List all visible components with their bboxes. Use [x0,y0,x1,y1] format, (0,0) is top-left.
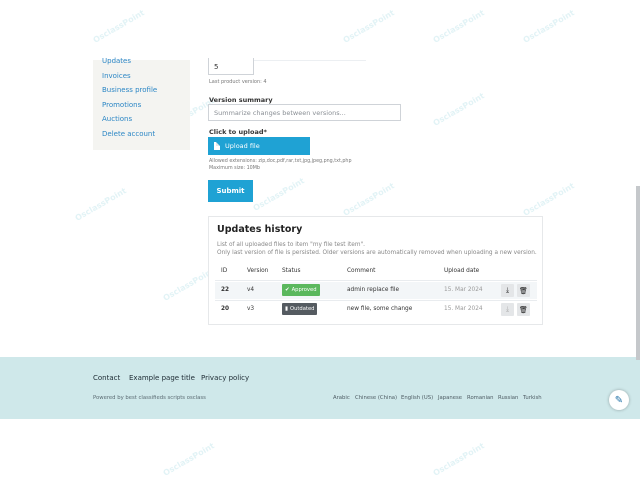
row-version: v3 [247,306,255,312]
download-icon: ⤓ [505,286,510,294]
scrollbar[interactable] [636,186,640,360]
updates-history-panel: Updates history List of all uploaded fil… [208,216,543,325]
trash-icon: 🗑 [519,305,528,314]
column-header-version: Version [247,268,269,274]
file-icon: ▮ [285,306,289,312]
history-description: List of all uploaded files to item "my f… [217,242,365,248]
divider [254,60,366,61]
row-upload-date: 15. Mar 2024 [444,287,483,293]
sidebar-item-auctions[interactable]: Auctions [102,112,190,127]
language-romanian[interactable]: Romanian [467,395,494,401]
language-chinese[interactable]: Chinese (China) [355,395,397,401]
sidebar-item-delete-account[interactable]: Delete account [102,127,190,142]
language-english[interactable]: English (US) [401,395,433,401]
status-badge-label: Approved [291,287,317,293]
download-button[interactable]: ⤓ [501,303,514,316]
watermark: OsclassPoint [161,441,216,478]
watermark: OsclassPoint [341,181,396,218]
sidebar-item-business-profile[interactable]: Business profile [102,83,190,98]
download-icon: ⤓ [505,305,510,313]
page: OsclassPoint OsclassPoint OsclassPoint O… [0,0,640,480]
watermark: OsclassPoint [431,8,486,45]
language-japanese[interactable]: Japanese [438,395,462,401]
version-field[interactable]: 5 [208,58,254,75]
status-badge: ▮ Outdated [282,303,318,315]
footer: Contact Example page title Privacy polic… [0,357,640,419]
trash-icon: 🗑 [519,286,528,295]
watermark: OsclassPoint [431,441,486,478]
sidebar-item-promotions[interactable]: Promotions [102,98,190,113]
watermark: OsclassPoint [73,186,128,223]
language-arabic[interactable]: Arabic [333,395,350,401]
powered-by-text: Powered by best classifieds scripts oscl… [93,395,206,401]
status-badge: ✔ Approved [282,284,320,296]
watermark: OsclassPoint [341,8,396,45]
delete-button[interactable]: 🗑 [517,284,530,297]
footer-link-example-page[interactable]: Example page title [129,374,195,382]
footer-link-contact[interactable]: Contact [93,374,120,382]
watermark: OsclassPoint [431,91,486,128]
row-upload-date: 15. Mar 2024 [444,306,483,312]
row-comment: admin replace file [347,287,400,293]
language-russian[interactable]: Russian [498,395,518,401]
row-version: v4 [247,287,255,293]
watermark: OsclassPoint [91,8,146,45]
table-row: 20 v3 ▮ Outdated new file, some change 1… [215,301,537,318]
sidebar-item-updates[interactable]: Updates [102,54,190,69]
upload-label: Click to upload* [209,128,267,136]
updates-history-title: Updates history [217,224,303,235]
column-header-id: ID [221,268,228,274]
column-header-comment: Comment [347,268,376,274]
status-badge-label: Outdated [290,306,315,312]
row-comment: new file, some change [347,306,413,312]
watermark: OsclassPoint [521,181,576,218]
max-size-hint: Maximum size: 10Mb [209,166,260,171]
check-icon: ✔ [285,287,290,293]
row-id: 20 [221,306,230,312]
download-button[interactable]: ⤓ [501,284,514,297]
row-id: 22 [221,287,230,293]
table-row: 22 v4 ✔ Approved admin replace file 15. … [215,282,537,299]
history-description-note: Only last version of file is persisted. … [217,250,537,256]
account-sidebar: Updates Invoices Business profile Promot… [93,57,190,150]
allowed-extensions-hint: Allowed extensions: zip,doc,pdf,rar,txt,… [209,159,352,164]
table-divider [215,280,537,281]
column-header-upload-date: Upload date [444,268,480,274]
sidebar-item-invoices[interactable]: Invoices [102,69,190,84]
version-summary-input[interactable]: Summarize changes between versions... [208,104,401,121]
file-icon [214,142,220,150]
watermark: OsclassPoint [521,8,576,45]
version-summary-label: Version summary [209,96,273,104]
last-version-hint: Last product version: 4 [209,79,267,85]
upload-file-button-label: Upload file [225,142,260,150]
upload-file-button[interactable]: Upload file [208,137,310,155]
watermark: OsclassPoint [251,176,306,213]
brush-icon: ✎ [614,394,624,406]
submit-button[interactable]: Submit [208,180,253,202]
language-turkish[interactable]: Turkish [523,395,542,401]
footer-link-privacy-policy[interactable]: Privacy policy [201,374,249,382]
theme-customizer-button[interactable]: ✎ [609,390,629,410]
column-header-status: Status [282,268,301,274]
delete-button[interactable]: 🗑 [517,303,530,316]
